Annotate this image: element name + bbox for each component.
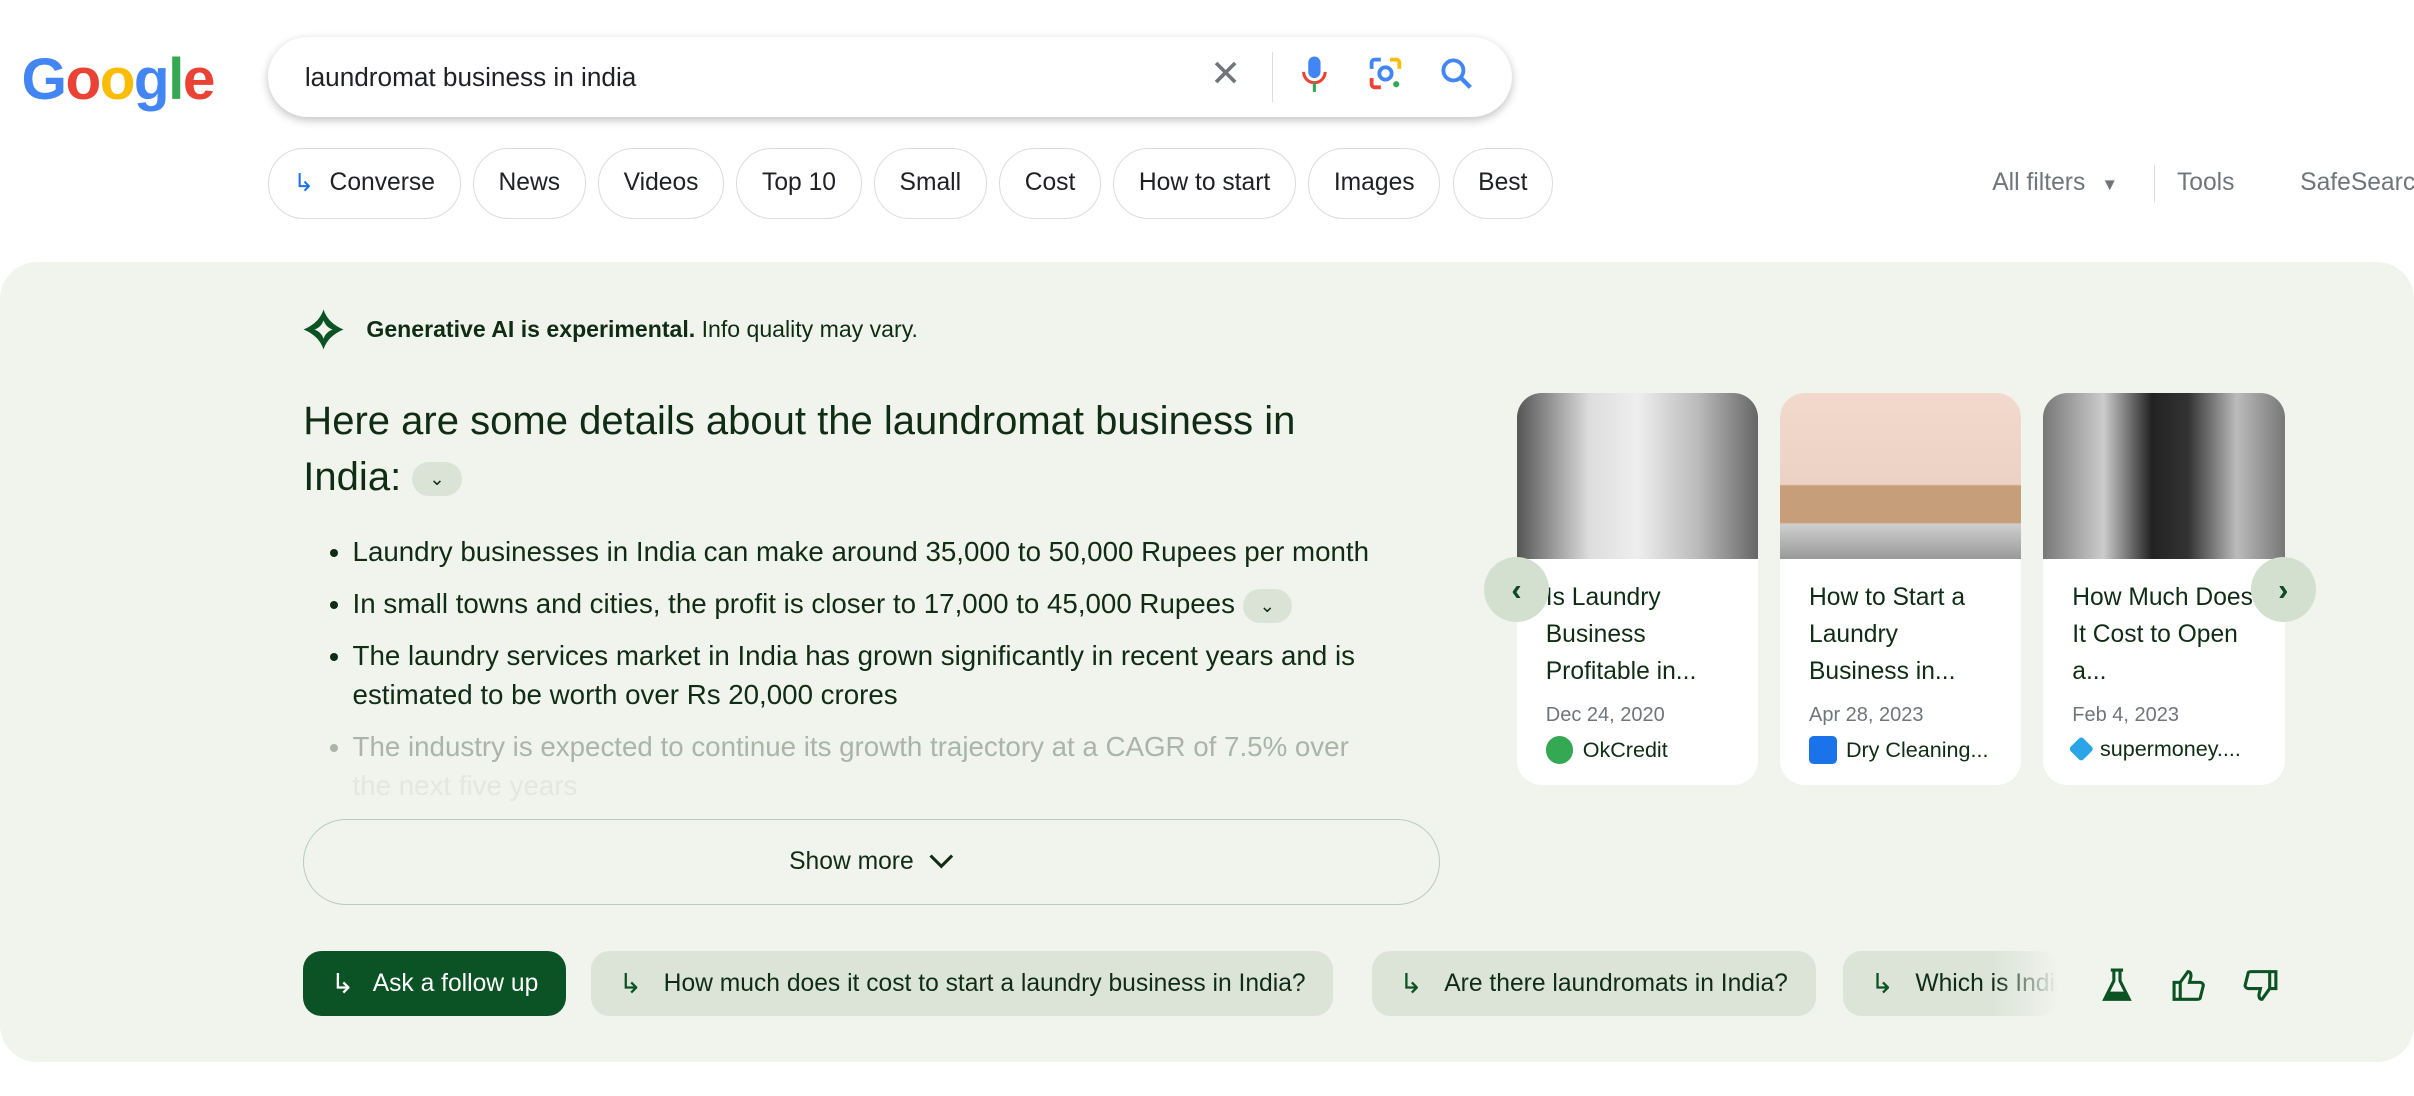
card-image xyxy=(2043,392,2285,559)
source-card[interactable]: How to Start a Laundry Business in... Ap… xyxy=(1779,392,2022,786)
card-source: supermoney.... xyxy=(2068,735,2255,762)
divider xyxy=(1271,52,1274,102)
supermoney-favicon-icon xyxy=(2068,735,2095,762)
card-date: Apr 28, 2023 xyxy=(1809,703,1924,726)
card-image xyxy=(1779,392,2022,559)
card-title: How to Start a Laundry Business in... xyxy=(1809,584,1966,686)
chip-images[interactable]: Images xyxy=(1308,147,1441,219)
tools-button[interactable]: Tools xyxy=(2177,169,2235,197)
chip-converse[interactable]: ↳ Converse xyxy=(267,147,461,219)
bullet: The laundry services market in India has… xyxy=(353,637,1462,714)
search-input[interactable]: laundromat business in india xyxy=(305,62,637,93)
okcredit-favicon-icon xyxy=(1545,735,1574,764)
carousel-prev-button[interactable]: ‹ xyxy=(1484,557,1549,622)
all-filters-button[interactable]: All filters ▼ xyxy=(1992,169,2118,197)
follow-arrow-icon: ↳ xyxy=(1870,968,1894,1000)
expand-chevron-icon[interactable]: ⌄ xyxy=(412,462,462,496)
notice-bold: Generative AI is experimental. xyxy=(366,315,696,342)
chip-best[interactable]: Best xyxy=(1452,147,1554,219)
sge-heading: Here are some details about the laundrom… xyxy=(303,394,1350,505)
dry-cleaning-favicon-icon xyxy=(1809,735,1837,764)
clear-icon[interactable]: ✕ xyxy=(1210,52,1241,95)
bullet: Laundry businesses in India can make aro… xyxy=(353,533,1462,571)
source-name: OkCredit xyxy=(1582,736,1668,762)
chip-label: Converse xyxy=(329,169,435,197)
suggestion-chip[interactable]: ↳ Which is India xyxy=(1842,951,2059,1017)
all-filters-label: All filters xyxy=(1992,169,2086,197)
show-more-label: Show more xyxy=(789,848,914,876)
chevron-down-icon xyxy=(929,854,954,869)
chevron-right-icon: › xyxy=(2278,571,2289,607)
chip-cost[interactable]: Cost xyxy=(999,147,1101,219)
chevron-left-icon: ‹ xyxy=(1511,571,1522,607)
lens-icon[interactable] xyxy=(1367,55,1404,101)
follow-arrow-icon: ↳ xyxy=(618,968,643,1000)
source-name: Dry Cleaning... xyxy=(1845,736,1989,762)
ask-follow-up-label: Ask a follow up xyxy=(372,969,539,997)
divider xyxy=(2153,164,2156,202)
search-icon[interactable] xyxy=(1438,55,1475,101)
suggestion-label: Which is India xyxy=(1915,969,2059,997)
chip-top-10[interactable]: Top 10 xyxy=(736,147,862,219)
bullet: In small towns and cities, the profit is… xyxy=(353,585,1462,623)
chip-small[interactable]: Small xyxy=(873,147,987,219)
dropdown-icon: ▼ xyxy=(2101,175,2119,195)
thumbs-down-icon[interactable] xyxy=(2242,967,2279,1012)
card-date: Feb 4, 2023 xyxy=(2072,703,2179,726)
follow-arrow-icon: ↳ xyxy=(1399,968,1423,1000)
suggestion-label: How much does it cost to start a laundry… xyxy=(663,969,1306,997)
card-source: OkCredit xyxy=(1545,735,1729,764)
bullet-text: the next five years xyxy=(352,769,578,801)
source-carousel: Is Laundry Business Profitable in... Dec… xyxy=(1516,392,2285,786)
carousel-next-button[interactable]: › xyxy=(2250,557,2316,622)
suggestion-chip[interactable]: ↳ Are there laundromats in India? xyxy=(1371,951,1816,1017)
bullet-text: The industry is expected to continue its… xyxy=(352,731,1349,763)
notice-text: Info quality may vary. xyxy=(695,315,918,342)
source-card[interactable]: How Much Does It Cost to Open a... Feb 4… xyxy=(2043,392,2285,786)
card-source: Dry Cleaning... xyxy=(1809,735,1992,764)
safesearch-button[interactable]: SafeSearch xyxy=(2300,169,2414,197)
labs-flask-icon[interactable] xyxy=(2100,967,2134,1012)
bullet-text: In small towns and cities, the profit is… xyxy=(352,588,1235,620)
source-card[interactable]: Is Laundry Business Profitable in... Dec… xyxy=(1516,392,1759,786)
search-box[interactable]: laundromat business in india ✕ xyxy=(267,36,1512,117)
sparkle-icon xyxy=(303,309,344,350)
thumbs-up-icon[interactable] xyxy=(2171,967,2208,1012)
suggestion-chip[interactable]: ↳ How much does it cost to start a laundr… xyxy=(591,951,1334,1017)
ask-follow-up-button[interactable]: ↳ Ask a follow up xyxy=(303,951,567,1017)
show-more-button[interactable]: Show more xyxy=(303,819,1440,906)
card-title: How Much Does It Cost to Open a... xyxy=(2072,584,2253,686)
follow-arrow-icon: ↳ xyxy=(331,968,355,1000)
card-title: Is Laundry Business Profitable in... xyxy=(1545,584,1697,686)
bullet: The industry is expected to continue its… xyxy=(353,728,1462,805)
chip-how-to-start[interactable]: How to start xyxy=(1113,147,1296,219)
expand-chevron-icon[interactable]: ⌄ xyxy=(1242,588,1292,623)
card-image xyxy=(1516,392,1759,559)
experimental-notice: Generative AI is experimental. Info qual… xyxy=(302,308,918,351)
microphone-icon[interactable] xyxy=(1299,55,1330,104)
suggestion-label: Are there laundromats in India? xyxy=(1444,969,1788,997)
chip-news[interactable]: News xyxy=(472,147,586,219)
google-logo[interactable]: Google xyxy=(22,46,216,113)
sge-bullets: Laundry businesses in India can make aro… xyxy=(319,533,1461,819)
source-name: supermoney.... xyxy=(2099,735,2241,761)
follow-arrow-icon: ↳ xyxy=(293,170,315,198)
filter-chips: ↳ Converse News Videos Top 10 Small Cost … xyxy=(267,147,1554,219)
card-date: Dec 24, 2020 xyxy=(1545,703,1665,726)
chip-videos[interactable]: Videos xyxy=(598,147,725,219)
